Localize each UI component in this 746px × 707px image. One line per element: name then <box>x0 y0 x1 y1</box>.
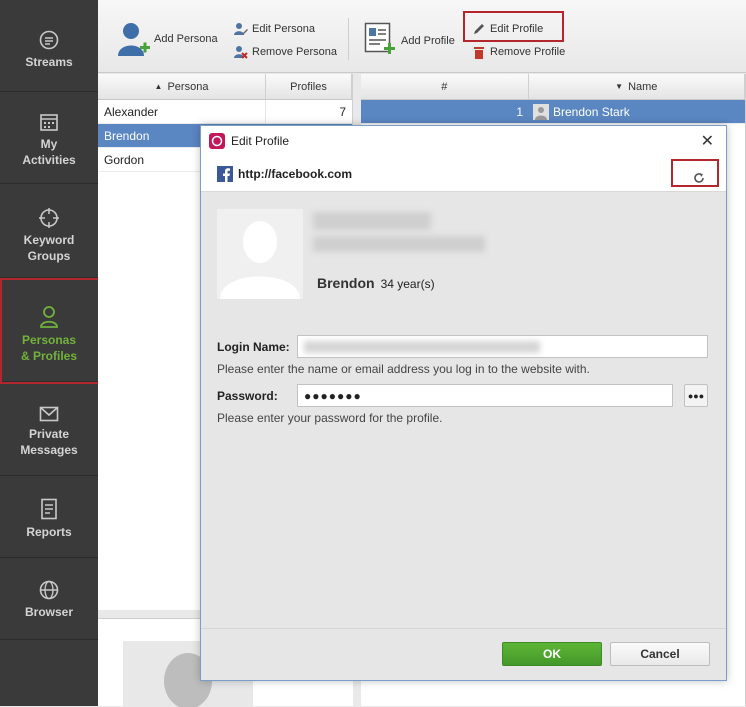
add-persona-icon <box>118 23 150 56</box>
more-icon: ●●● <box>687 390 705 401</box>
name-column-header[interactable]: ▼ Name <box>529 74 745 99</box>
persona-name: Alexander <box>98 99 266 124</box>
globe-icon <box>39 580 59 600</box>
nav-label: Reports <box>26 525 72 539</box>
number-column-header[interactable]: # <box>361 74 529 99</box>
persona-age: 34 year(s) <box>380 277 435 291</box>
profile-grid-header: # ▼ Name <box>361 74 745 100</box>
remove-profile-button[interactable]: Remove Profile <box>472 45 565 59</box>
cancel-button[interactable]: Cancel <box>610 642 710 666</box>
profile-name: Brendon Stark <box>553 104 630 119</box>
nav-label: Streams <box>25 55 73 69</box>
blurred-detail <box>313 236 485 252</box>
password-input[interactable]: ●●●●●●● <box>297 384 673 407</box>
persona-name: Brendon <box>317 275 375 291</box>
nav-label: Browser <box>24 605 74 619</box>
password-value: ●●●●●●● <box>304 388 362 403</box>
site-url-bar: http://facebook.com <box>201 156 726 192</box>
facebook-icon <box>217 165 233 182</box>
remove-persona-button[interactable]: Remove Persona <box>234 45 337 59</box>
nav-label: Private Messages <box>20 427 78 457</box>
table-row[interactable]: Alexander 7 <box>98 99 352 124</box>
streams-icon <box>39 30 59 50</box>
site-url: http://facebook.com <box>238 166 353 181</box>
column-label: Persona <box>167 80 209 93</box>
nav-item-private-messages[interactable]: Private Messages <box>0 382 98 476</box>
column-label: Name <box>628 80 658 93</box>
password-hint: Please enter your password for the profi… <box>217 411 443 425</box>
add-persona-button[interactable]: Add Persona <box>116 20 218 58</box>
edit-persona-button[interactable]: Edit Persona <box>234 22 315 36</box>
blurred-name <box>313 212 431 230</box>
login-name-input[interactable] <box>297 335 708 358</box>
edit-persona-icon <box>234 23 248 35</box>
add-profile-icon <box>364 22 395 54</box>
calendar-icon <box>40 114 58 131</box>
persona-column-header[interactable]: ▲ Persona <box>98 74 266 99</box>
nav-item-streams[interactable]: Streams <box>0 0 98 92</box>
remove-persona-icon <box>234 46 248 59</box>
column-label: Profiles <box>290 80 327 93</box>
sort-up-icon: ▲ <box>154 82 163 91</box>
toolbar-separator <box>348 18 349 60</box>
cancel-label: Cancel <box>640 647 680 661</box>
blurred-login-value <box>304 340 540 353</box>
sort-down-icon: ▼ <box>615 82 624 91</box>
nav-item-keyword-groups[interactable]: Keyword Groups <box>0 184 98 278</box>
edit-profile-dialog: Edit Profile ✕ http://facebook.com Brend… <box>200 125 727 681</box>
nav-item-reports[interactable]: Reports <box>0 476 98 558</box>
nav-label: Keyword Groups <box>23 233 75 263</box>
persona-info: Brendon 34 year(s) <box>317 275 435 291</box>
profiles-column-header[interactable]: Profiles <box>266 74 352 99</box>
remove-profile-label: Remove Profile <box>490 46 566 58</box>
dialog-title-bar: Edit Profile ✕ <box>201 126 726 156</box>
nav-label: My Activities <box>22 137 76 167</box>
login-hint: Please enter the name or email address y… <box>217 362 590 376</box>
toolbar: Add Persona Edit Persona Remove Persona … <box>98 0 746 73</box>
nav-item-my-activities[interactable]: My Activities <box>0 92 98 184</box>
password-label: Password: <box>217 389 278 403</box>
remove-persona-label: Remove Persona <box>252 46 337 58</box>
login-label: Login Name: <box>217 340 290 354</box>
profile-avatar-icon <box>533 103 549 120</box>
persona-grid-header: ▲ Persona Profiles <box>98 74 352 100</box>
nav-highlight-box <box>0 278 105 384</box>
avatar <box>217 209 303 299</box>
app-icon <box>209 133 225 149</box>
add-profile-button[interactable]: Add Profile <box>364 22 455 58</box>
column-label: # <box>441 80 448 93</box>
edit-persona-label: Edit Persona <box>252 23 315 35</box>
envelope-icon <box>39 406 59 422</box>
dialog-title: Edit Profile <box>231 134 290 148</box>
profile-number: 1 <box>516 104 523 119</box>
refresh-highlight-box <box>671 159 719 187</box>
add-profile-label: Add Profile <box>401 35 455 47</box>
profile-count: 7 <box>339 104 346 119</box>
target-icon <box>39 208 59 228</box>
table-row[interactable]: 1 Brendon Stark <box>361 100 745 124</box>
reveal-password-button[interactable]: ●●● <box>684 384 708 407</box>
profile-name-cell: Brendon Stark <box>529 103 630 120</box>
reports-icon <box>41 498 57 520</box>
ok-button[interactable]: OK <box>502 642 602 666</box>
nav-item-browser[interactable]: Browser <box>0 558 98 640</box>
ok-label: OK <box>543 647 561 661</box>
add-persona-label: Add Persona <box>154 33 218 45</box>
trash-icon <box>474 47 484 59</box>
close-icon[interactable]: ✕ <box>701 131 714 151</box>
edit-profile-highlight-box <box>463 11 564 42</box>
